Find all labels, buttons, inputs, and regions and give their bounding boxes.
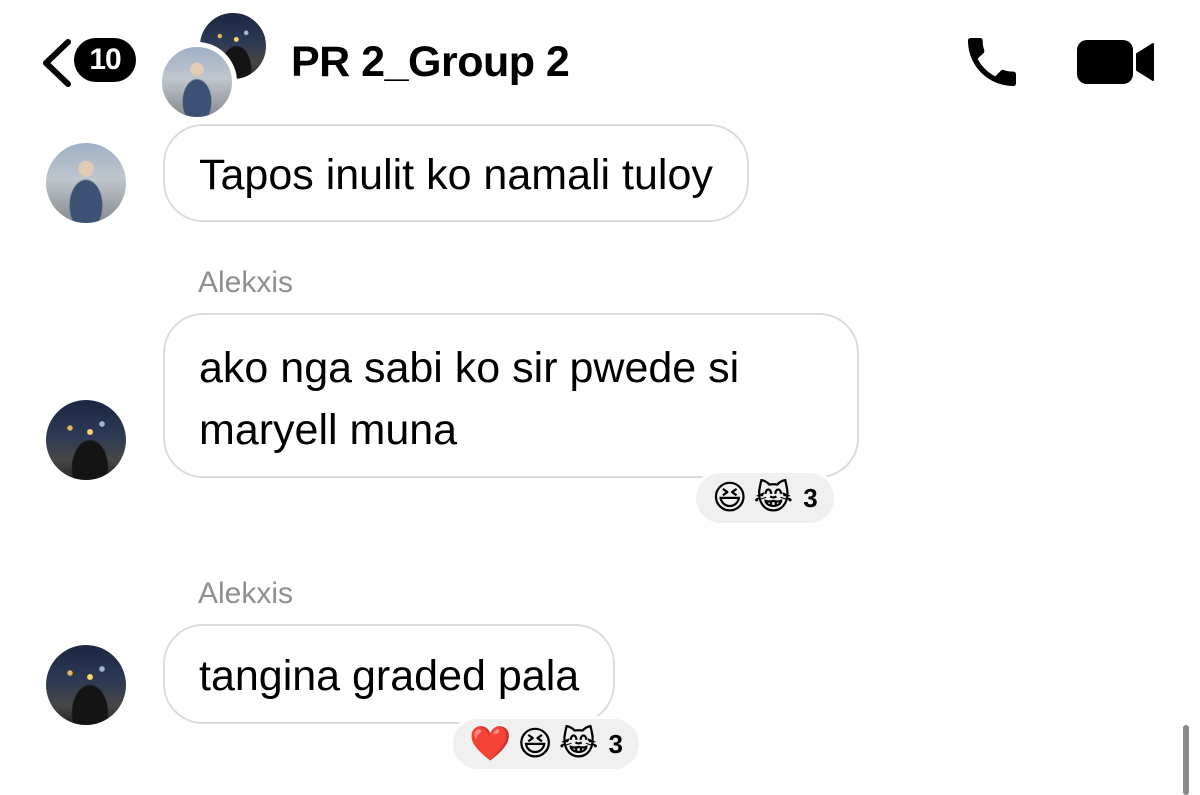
sender-name: Alekxis [198,577,294,610]
grinning-squinting-emoji: 😆 [517,724,553,764]
sender-name: Alekxis [198,266,294,299]
heart-emoji: ❤️ [469,724,512,764]
video-camera-icon[interactable] [1077,40,1155,84]
sender-avatar[interactable] [46,400,126,480]
reactions-pill[interactable]: 😆 😹 3 [693,470,837,526]
chat-title[interactable]: PR 2_Group 2 [291,38,570,87]
chat-header: 10 PR 2_Group 2 [0,0,1200,122]
sender-avatar[interactable] [46,645,126,725]
sender-avatar[interactable] [46,143,126,223]
grinning-squinting-emoji: 😆 [712,478,748,518]
unread-count-badge[interactable]: 10 [74,38,136,82]
reactions-pill[interactable]: ❤️ 😆 😹 3 [450,716,642,772]
message-bubble[interactable]: Tapos inulit ko namali tuloy [163,124,749,222]
message-text: Tapos inulit ko namali tuloy [199,151,713,199]
scrollbar[interactable] [1183,725,1189,795]
message-text-line: maryell muna [199,406,458,454]
message-text: tangina graded pala [199,652,580,700]
cat-tears-of-joy-emoji: 😹 [753,478,794,518]
message-bubble[interactable]: tangina graded pala [163,624,616,724]
phone-icon[interactable] [960,30,1024,94]
group-avatar-primary[interactable] [157,42,237,122]
message-text-line: ako nga sabi ko sir pwede si [199,344,740,392]
reaction-count: 3 [803,482,818,513]
reaction-count: 3 [608,728,623,759]
message-bubble[interactable]: ako nga sabi ko sir pwede si maryell mun… [163,313,859,478]
cat-tears-of-joy-emoji: 😹 [558,724,599,764]
chevron-left-icon[interactable] [38,38,78,88]
